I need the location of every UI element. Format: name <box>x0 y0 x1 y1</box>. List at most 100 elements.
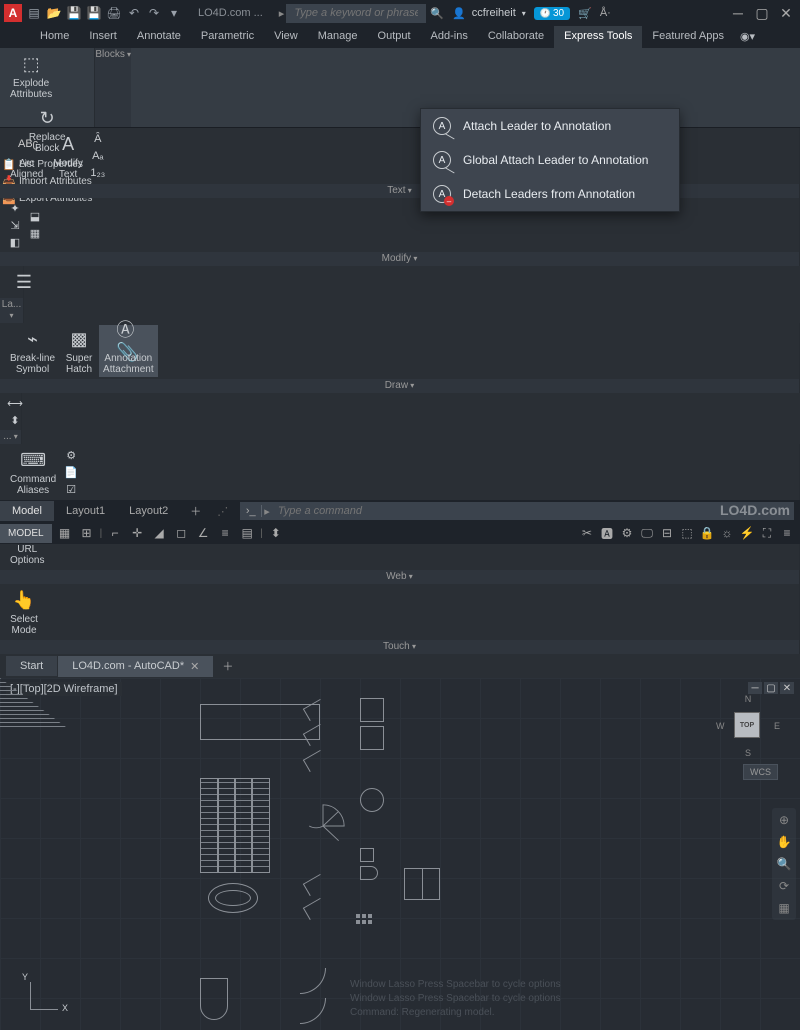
menu-attach-leader[interactable]: A Attach Leader to Annotation <box>421 109 679 143</box>
qat-save-icon[interactable]: 💾 <box>66 5 82 21</box>
iso-icon[interactable]: ◢ <box>150 524 168 542</box>
command-prompt-icon[interactable]: ›_ <box>240 505 262 517</box>
clean-screen-icon[interactable]: ⛶ <box>758 524 776 542</box>
doc-tab-start[interactable]: Start <box>6 656 57 676</box>
command-input[interactable] <box>272 505 794 517</box>
ortho-icon[interactable]: ⌐ <box>106 524 124 542</box>
tab-manage[interactable]: Manage <box>308 26 368 48</box>
drawing-viewport[interactable]: [-][Top][2D Wireframe] ─ ▢ ✕ Window Lass… <box>0 678 800 1030</box>
tab-express-tools[interactable]: Express Tools <box>554 26 642 48</box>
layout-tool[interactable]: ☰ <box>6 268 42 296</box>
wcs-label[interactable]: WCS <box>743 764 778 780</box>
tab-view[interactable]: View <box>264 26 308 48</box>
lineweight-icon[interactable]: ≡ <box>216 524 234 542</box>
modify-tool-2[interactable]: ⇲ <box>6 217 24 233</box>
tab-insert[interactable]: Insert <box>79 26 127 48</box>
tab-overflow-icon[interactable]: ◉▾ <box>734 26 761 48</box>
modify-tool-3[interactable]: ◧ <box>6 234 24 250</box>
isolate-icon[interactable]: ☼ <box>718 524 736 542</box>
annotation-scale-icon[interactable]: 🅰 <box>598 524 616 542</box>
nav-wheel-icon[interactable]: ⊕ <box>776 812 792 828</box>
monitor-icon[interactable]: 🖵 <box>638 524 656 542</box>
annotation-attachment-button[interactable]: Ⓐ📎Annotation Attachment <box>99 325 158 377</box>
tab-home[interactable]: Home <box>30 26 79 48</box>
nav-showmotion-icon[interactable]: ▦ <box>776 900 792 916</box>
layout-tab-2[interactable]: Layout2 <box>117 501 180 521</box>
tab-featured-apps[interactable]: Featured Apps <box>642 26 734 48</box>
app-menu-icon[interactable]: Å· <box>600 7 611 19</box>
snap-icon[interactable]: ⊞ <box>78 524 96 542</box>
modify-tool-1[interactable]: ✦ <box>6 200 24 216</box>
doc-tab-open[interactable]: LO4D.com - AutoCAD*✕ <box>58 656 213 677</box>
qat-plot-icon[interactable]: 🖨 <box>106 5 122 21</box>
group-title-draw[interactable]: Draw <box>0 379 799 393</box>
select-mode-button[interactable]: 👆Select Mode <box>6 586 42 638</box>
units-icon[interactable]: ⊟ <box>658 524 676 542</box>
tab-output[interactable]: Output <box>368 26 421 48</box>
qat-saveas-icon[interactable]: 💾 <box>86 5 102 21</box>
view-cube-face[interactable]: TOP <box>734 712 760 738</box>
qat-new-icon[interactable]: ▤ <box>26 5 42 21</box>
explode-attributes-button[interactable]: ⬚Explode Attributes <box>6 50 56 102</box>
vp-close-icon[interactable]: ✕ <box>780 682 794 694</box>
text-tool-2[interactable]: Aₐ <box>89 148 107 164</box>
grid-icon[interactable]: ▦ <box>56 524 74 542</box>
arc-aligned-button[interactable]: ABʗArc Aligned <box>6 130 47 182</box>
search-input[interactable] <box>286 4 426 23</box>
osnap-icon[interactable]: ◻ <box>172 524 190 542</box>
layout-resize-handle[interactable]: ⋰ <box>211 505 234 518</box>
maximize-button[interactable]: ▢ <box>752 5 772 21</box>
qat-redo-icon[interactable]: ↷ <box>146 5 162 21</box>
lock-ui-icon[interactable]: 🔒 <box>698 524 716 542</box>
qat-undo-icon[interactable]: ↶ <box>126 5 142 21</box>
modify-tool-5[interactable]: ▦ <box>26 226 44 242</box>
viewport-label[interactable]: [-][Top][2D Wireframe] <box>6 682 122 696</box>
trial-badge[interactable]: 30 <box>534 7 570 20</box>
command-aliases-button[interactable]: ⌨Command Aliases <box>6 446 60 498</box>
qat-dropdown[interactable]: ▾ <box>166 5 182 21</box>
nav-zoom-icon[interactable]: 🔍 <box>776 856 792 872</box>
transparency-icon[interactable]: ▤ <box>238 524 256 542</box>
nav-pan-icon[interactable]: ✋ <box>776 834 792 850</box>
nav-orbit-icon[interactable]: ⟳ <box>776 878 792 894</box>
user-menu[interactable]: 👤 ccfreiheit ▾ <box>452 7 526 20</box>
vp-minimize-icon[interactable]: ─ <box>748 682 762 694</box>
view-cube[interactable]: N S E W TOP <box>716 694 780 758</box>
close-button[interactable]: ✕ <box>776 5 796 21</box>
tab-annotate[interactable]: Annotate <box>127 26 191 48</box>
workspace-icon[interactable]: ⚙ <box>618 524 636 542</box>
menu-detach-leaders[interactable]: A– Detach Leaders from Annotation <box>421 177 679 211</box>
cart-icon[interactable]: 🛒 <box>578 7 592 20</box>
quick-props-icon[interactable]: ⬚ <box>678 524 696 542</box>
add-doc-button[interactable]: ＋ <box>214 658 241 674</box>
group-title-layout[interactable]: La... <box>0 298 23 323</box>
breakline-button[interactable]: ⌁Break-line Symbol <box>6 325 59 377</box>
text-tool-1[interactable]: Ȃ <box>89 131 107 147</box>
hw-accel-icon[interactable]: ⚡ <box>738 524 756 542</box>
group-title-modify[interactable]: Modify <box>0 252 799 266</box>
text-tool-3[interactable]: 1₂₃ <box>89 165 107 181</box>
layout-tab-model[interactable]: Model <box>0 501 54 521</box>
customize-icon[interactable]: ≡ <box>778 524 796 542</box>
qat-open-icon[interactable]: 📂 <box>46 5 62 21</box>
tab-addins[interactable]: Add-ins <box>421 26 478 48</box>
layout-tab-1[interactable]: Layout1 <box>54 501 117 521</box>
super-hatch-button[interactable]: ▩Super Hatch <box>61 325 97 377</box>
selection-cycling-icon[interactable]: ⬍ <box>267 524 285 542</box>
search-icon[interactable]: 🔍 <box>430 7 444 20</box>
otrack-icon[interactable]: ∠ <box>194 524 212 542</box>
menu-global-attach-leader[interactable]: A Global Attach Leader to Annotation <box>421 143 679 177</box>
modify-text-button[interactable]: AModify Text <box>49 130 86 182</box>
polar-icon[interactable]: ✛ <box>128 524 146 542</box>
scale-icon[interactable]: ✂ <box>578 524 596 542</box>
modify-tool-4[interactable]: ⬓ <box>26 209 44 225</box>
status-space[interactable]: MODEL <box>0 524 52 543</box>
command-line[interactable]: ›_ ▸ <box>240 502 794 520</box>
minimize-button[interactable]: ─ <box>728 5 748 21</box>
close-doc-icon[interactable]: ✕ <box>190 660 199 673</box>
group-title-blocks[interactable]: Blocks <box>95 48 131 127</box>
vp-maximize-icon[interactable]: ▢ <box>764 682 778 694</box>
tab-collaborate[interactable]: Collaborate <box>478 26 554 48</box>
tab-parametric[interactable]: Parametric <box>191 26 264 48</box>
layout-add-button[interactable]: ＋ <box>180 503 211 519</box>
